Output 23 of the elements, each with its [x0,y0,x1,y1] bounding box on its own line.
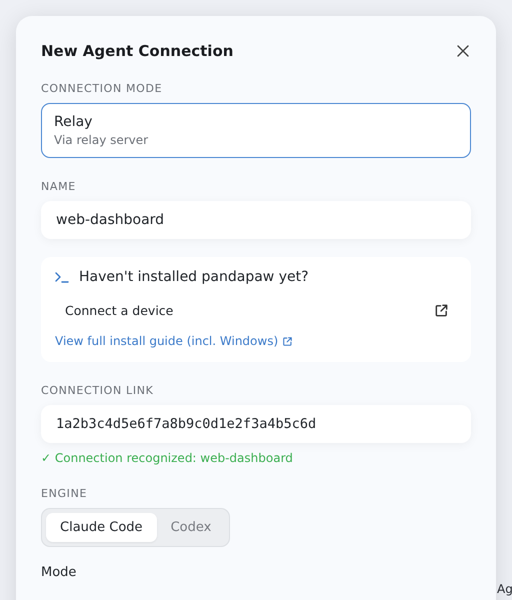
status-message: ✓ Connection recognized: web-dashboard [41,451,294,465]
connection-link-field[interactable]: 1a2b3c4d5e6f7a8b9c0d1e2f3a4b5c6d [41,405,471,443]
card-heading: Haven't installed pandapaw yet? [79,269,309,285]
engine-option[interactable]: Claude Code [46,513,157,542]
option-subtitle: Via relay server [54,133,150,147]
external-link-icon [434,303,449,318]
field-label: CONNECTION MODE [41,82,164,95]
name-field[interactable]: web-dashboard [41,201,471,239]
external-link-icon [282,336,294,346]
field-label: Mode [41,565,78,580]
install-guide-link[interactable]: View full install guide (incl. Windows) [55,334,294,348]
background-text: Ag [497,582,512,596]
close-icon [457,45,469,57]
engine-option[interactable]: Codex [156,513,226,542]
dialog-title: New Agent Connection [41,42,234,60]
terminal-icon [55,271,69,283]
mode-option[interactable]: Relay Via relay server [41,103,471,158]
field-label: CONNECTION LINK [41,384,154,397]
field-label: ENGINE [41,487,88,500]
close-button[interactable] [455,43,471,59]
option-title: Relay [54,114,94,130]
connect-device-button[interactable]: Connect a device [55,297,457,324]
field-label: NAME [41,180,77,193]
